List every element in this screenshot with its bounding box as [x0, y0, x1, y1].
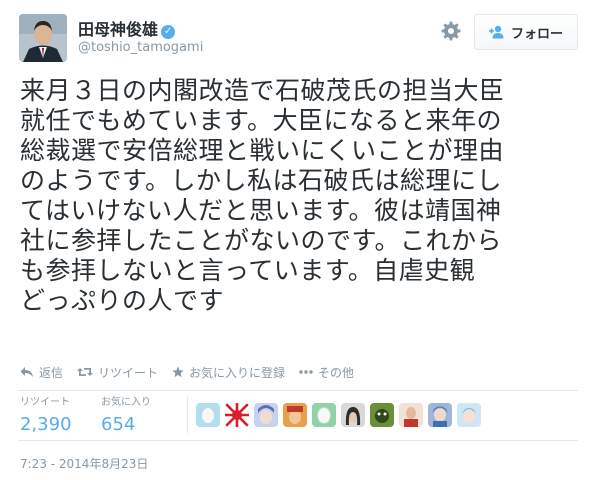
favorite-button[interactable]: お気に入りに登録 — [172, 364, 285, 381]
favoriter-avatar[interactable] — [225, 403, 249, 427]
follow-button[interactable]: フォロー — [474, 14, 578, 50]
more-label: その他 — [318, 365, 355, 380]
follow-button-label: フォロー — [510, 26, 563, 42]
favorite-stat-label: お気に入り — [101, 397, 151, 408]
favorite-label: お気に入りに登録 — [189, 365, 286, 380]
favoriter-avatar[interactable] — [428, 403, 452, 427]
favoriter-avatar[interactable] — [341, 403, 365, 427]
user-handle[interactable]: @toshio_tamogami — [78, 40, 203, 55]
more-dots-icon — [299, 370, 313, 374]
more-button[interactable]: その他 — [299, 364, 354, 381]
favoriter-avatar[interactable] — [399, 403, 423, 427]
favoriter-avatars — [196, 403, 486, 427]
retweet-button[interactable]: リツイート — [77, 364, 158, 381]
favoriter-avatar[interactable] — [283, 403, 307, 427]
favorite-stat[interactable]: お気に入り 654 — [101, 397, 151, 437]
display-name-text: 田母神俊雄 — [78, 20, 159, 39]
favorite-count: 654 — [101, 414, 136, 435]
tweet-actions: 返信 リツイート お気に入りに登録 その他 — [20, 364, 368, 380]
favoriter-avatar[interactable] — [312, 403, 336, 427]
star-icon — [172, 366, 184, 378]
tweet-timestamp[interactable]: 7:23 - 2014年8月23日 — [20, 455, 148, 472]
divider — [18, 390, 578, 391]
favoriter-avatar[interactable] — [457, 403, 481, 427]
display-name[interactable]: 田母神俊雄 ✓ — [78, 16, 176, 40]
favoriter-avatar[interactable] — [196, 403, 220, 427]
gear-icon[interactable] — [441, 21, 461, 41]
favoriter-avatar[interactable] — [370, 403, 394, 427]
retweet-icon — [77, 368, 94, 376]
reply-button[interactable]: 返信 — [20, 364, 63, 381]
reply-label: 返信 — [39, 365, 64, 380]
retweet-stat[interactable]: リツイート 2,390 — [20, 397, 72, 437]
user-avatar[interactable] — [19, 14, 67, 62]
tweet-text: 来月３日の内閣改造で石破茂氏の担当大臣 就任でもめています。大臣になると来年の … — [20, 76, 505, 315]
add-user-icon — [488, 25, 504, 39]
stats-separator — [187, 397, 188, 433]
verified-badge-icon: ✓ — [161, 25, 176, 39]
favoriter-avatar[interactable] — [254, 403, 278, 427]
divider — [18, 440, 578, 441]
retweet-stat-label: リツイート — [20, 397, 70, 408]
avatar-portrait-icon — [19, 14, 67, 62]
retweet-count: 2,390 — [20, 414, 72, 435]
retweet-label: リツイート — [98, 365, 159, 380]
reply-icon — [20, 367, 33, 377]
